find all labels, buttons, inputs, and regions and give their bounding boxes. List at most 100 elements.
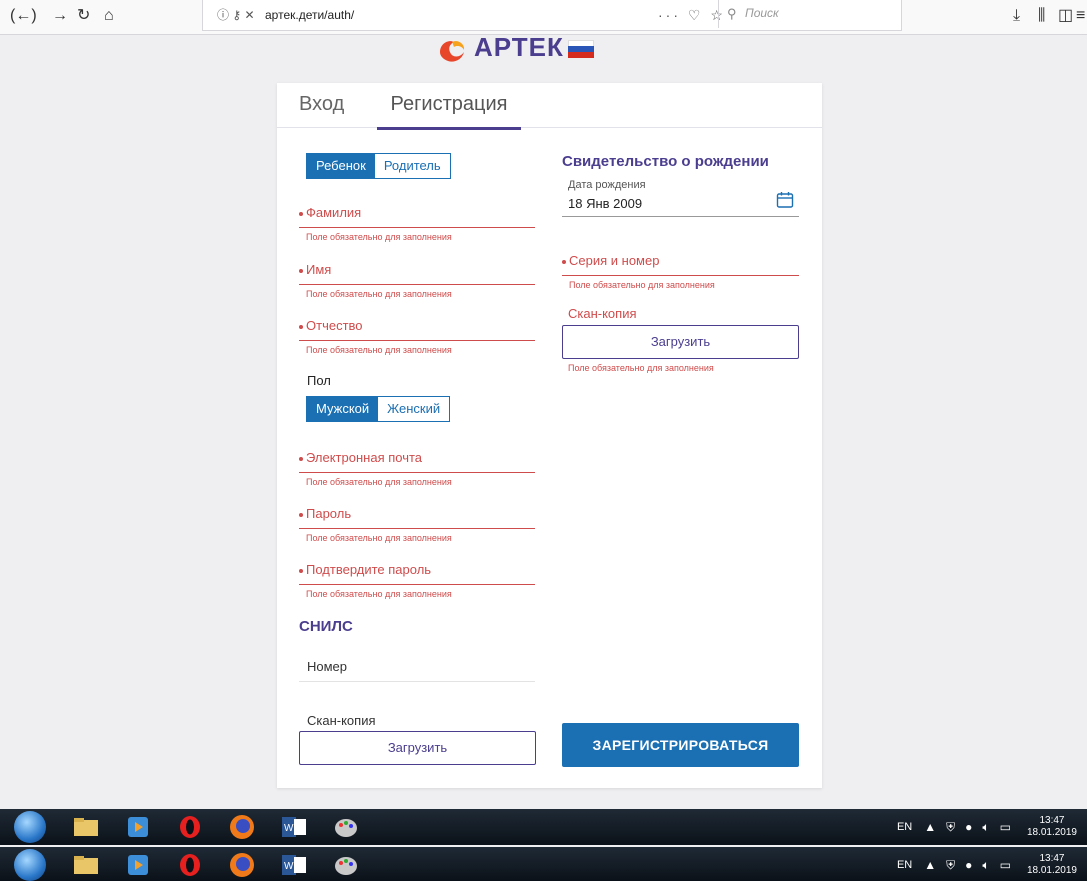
series-number-label: Серия и номер [569,253,660,268]
confirm-password-underline [299,584,535,585]
snils-number-input[interactable]: Номер [307,659,347,674]
calendar-icon[interactable] [776,191,794,209]
opera-icon[interactable] [168,850,212,880]
role-option-child[interactable]: Ребенок [307,154,375,178]
opera-icon[interactable] [168,812,212,842]
taskbar-secondary: W EN ▲ ⛨ ● 🔈︎ ▭ 13:47 18.01.2019 [0,847,1087,881]
password-label: Пароль [306,506,352,521]
password-error: Поле обязательно для заполнения [306,533,452,543]
paint-icon[interactable] [324,812,368,842]
email-error: Поле обязательно для заполнения [306,477,452,487]
snils-upload-button[interactable]: Загрузить [299,731,536,765]
certificate-scan-label: Скан-копия [568,306,637,321]
media-player-icon[interactable] [116,812,160,842]
confirm-password-label: Подтвердите пароль [306,562,432,577]
paint-icon[interactable] [324,850,368,880]
search-box[interactable]: ⚲ Поиск [718,0,901,28]
browser-toolbar: (←) → ↻ ⌂ ⓘ ⚷ ✕ артек.дети/auth/ ··· ♡ ☆… [0,0,1087,35]
tab-login[interactable]: Вход [299,93,344,116]
password-underline [299,528,535,529]
certificate-scan-error: Поле обязательно для заполнения [568,363,714,373]
back-icon[interactable]: (←) [10,4,37,28]
clock-time: 13:47 [1039,815,1065,826]
action-center-icon[interactable]: ▭ [1000,820,1011,834]
clock[interactable]: 13:47 18.01.2019 [1027,815,1077,839]
logo-mark-icon [440,41,465,62]
menu-icon[interactable]: ≡ [1076,4,1085,28]
required-marker [299,456,303,461]
page-actions-icons[interactable]: ··· ♡ ☆ [658,4,726,26]
registration-card: Вход Регистрация Ребенок Родитель Фамили… [277,83,822,788]
tab-registration[interactable]: Регистрация [377,93,521,130]
svg-text:W: W [284,861,294,872]
dob-label: Дата рождения [568,179,646,191]
email-underline [299,472,535,473]
patronymic-label: Отчество [306,318,363,333]
home-icon[interactable]: ⌂ [104,4,114,28]
forward-icon[interactable]: → [52,4,68,28]
firstname-underline [299,284,535,285]
clock-time: 13:47 [1039,853,1065,864]
required-marker [299,268,303,273]
reload-icon[interactable]: ↻ [77,4,90,28]
taskbar: W EN ▲ ⛨ ● 🔈︎ ▭ 13:47 18.01.2019 [0,809,1087,845]
clock-date: 18.01.2019 [1026,827,1077,838]
dob-underline [562,216,799,217]
explorer-icon[interactable] [64,850,108,880]
gender-option-female[interactable]: Женский [378,397,449,421]
sidebar-icon[interactable]: ◫ [1058,4,1073,28]
role-option-parent[interactable]: Родитель [375,154,450,178]
certificate-upload-button[interactable]: Загрузить [562,325,799,359]
network-icon[interactable]: ⛨ [946,820,955,835]
antivirus-icon[interactable]: ● [965,858,972,872]
birth-certificate-title: Свидетельство о рождении [562,153,769,170]
snils-title: СНИЛС [299,618,353,635]
action-center-icon[interactable]: ▭ [1000,858,1011,872]
clock[interactable]: 13:47 18.01.2019 [1027,853,1077,877]
firstname-label: Имя [306,262,332,277]
required-marker [299,324,303,329]
required-marker [562,259,566,264]
media-player-icon[interactable] [116,850,160,880]
word-icon[interactable]: W [272,812,316,842]
firefox-icon[interactable] [220,812,264,842]
logo-text: АРТЕК [474,32,564,62]
volume-icon[interactable]: 🔈︎ [982,858,989,873]
network-icon[interactable]: ⛨ [946,858,955,873]
patronymic-error: Поле обязательно для заполнения [306,345,452,355]
antivirus-icon[interactable]: ● [965,820,972,834]
firefox-icon[interactable] [220,850,264,880]
start-button[interactable] [14,849,46,881]
series-number-underline [562,275,799,276]
patronymic-underline [299,340,535,341]
russia-flag-icon [568,40,594,58]
url-text[interactable]: артек.дети/auth/ [265,5,354,25]
auth-tabs: Вход Регистрация [277,83,822,130]
address-bar[interactable]: ⓘ ⚷ ✕ артек.дети/auth/ ··· ♡ ☆ ⚲ Поиск [202,0,902,31]
library-icon[interactable]: ⫼ [1038,4,1045,28]
register-button[interactable]: ЗАРЕГИСТРИРОВАТЬСЯ [562,723,799,767]
tray-expand-icon[interactable]: ▲ [924,820,936,834]
language-indicator[interactable]: EN [897,859,912,871]
start-button[interactable] [14,811,46,843]
confirm-password-error: Поле обязательно для заполнения [306,589,452,599]
site-info-icon[interactable]: ⓘ ⚷ ✕ [217,4,255,26]
role-toggle: Ребенок Родитель [306,153,451,179]
volume-icon[interactable]: 🔈︎ [982,820,989,835]
gender-option-male[interactable]: Мужской [307,397,379,421]
clock-date: 18.01.2019 [1026,865,1077,876]
word-icon[interactable]: W [272,850,316,880]
email-label: Электронная почта [306,450,423,465]
system-tray: EN ▲ ⛨ ● 🔈︎ ▭ 13:47 18.01.2019 [897,815,1077,839]
tray-expand-icon[interactable]: ▲ [924,858,936,872]
download-icon[interactable]: ⤓ [1013,4,1020,28]
explorer-icon[interactable] [64,812,108,842]
snils-scan-label: Скан-копия [307,713,376,728]
gender-label: Пол [307,373,331,388]
search-placeholder: Поиск [745,6,779,20]
dob-input[interactable]: 18 Янв 2009 [568,196,642,211]
snils-number-underline [299,681,535,682]
lastname-error: Поле обязательно для заполнения [306,232,452,242]
search-icon: ⚲ [727,6,737,21]
language-indicator[interactable]: EN [897,821,912,833]
